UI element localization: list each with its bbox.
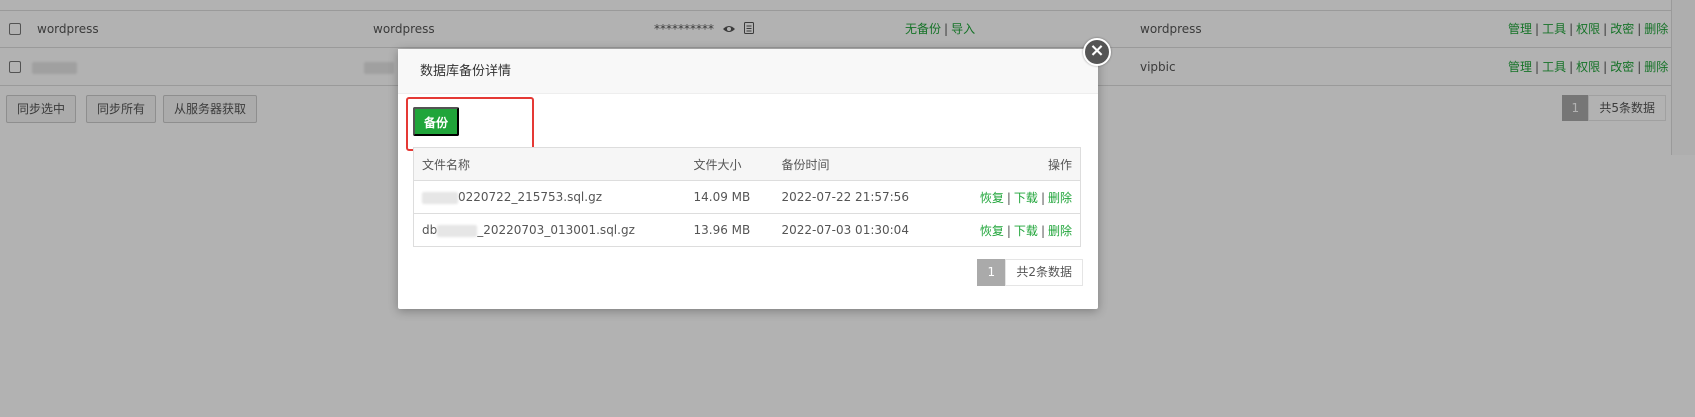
delete-link[interactable]: 删除	[1048, 224, 1072, 238]
total-count: 共2条数据	[1005, 259, 1083, 286]
col-actions: 操作	[923, 147, 1081, 181]
col-filename: 文件名称	[413, 147, 686, 181]
restore-link[interactable]: 恢复	[980, 191, 1004, 205]
backup-time: 2022-07-03 01:30:04	[773, 213, 924, 247]
col-size: 文件大小	[685, 147, 774, 181]
backup-table: 文件名称 文件大小 备份时间 操作 0220722_215753.sql.gz …	[413, 147, 1081, 247]
backup-actions: 恢复 | 下载 | 删除	[923, 213, 1081, 247]
dialog-title: 数据库备份详情	[398, 49, 1098, 94]
table-row: db _20220703_013001.sql.gz 13.96 MB 2022-…	[413, 213, 1081, 247]
backup-details-dialog: 数据库备份详情 备份 文件名称 文件大小 备份时间 操作 0220722_215…	[398, 49, 1098, 309]
page-number[interactable]: 1	[977, 259, 1006, 286]
backup-button[interactable]: 备份	[413, 107, 459, 136]
backup-time: 2022-07-22 21:57:56	[773, 180, 924, 214]
backup-size: 14.09 MB	[685, 180, 774, 214]
table-row: 0220722_215753.sql.gz 14.09 MB 2022-07-2…	[413, 180, 1081, 214]
delete-link[interactable]: 删除	[1048, 191, 1072, 205]
download-link[interactable]: 下载	[1014, 191, 1038, 205]
backup-filename: 0220722_215753.sql.gz	[413, 180, 686, 214]
dialog-pagination: 1 共2条数据	[977, 259, 1083, 286]
backup-filename: db _20220703_013001.sql.gz	[413, 213, 686, 247]
col-time: 备份时间	[773, 147, 924, 181]
close-icon[interactable]: ×	[1083, 38, 1111, 66]
backup-size: 13.96 MB	[685, 213, 774, 247]
download-link[interactable]: 下载	[1014, 224, 1038, 238]
restore-link[interactable]: 恢复	[980, 224, 1004, 238]
table-header-row: 文件名称 文件大小 备份时间 操作	[413, 147, 1081, 181]
backup-actions: 恢复 | 下载 | 删除	[923, 180, 1081, 214]
